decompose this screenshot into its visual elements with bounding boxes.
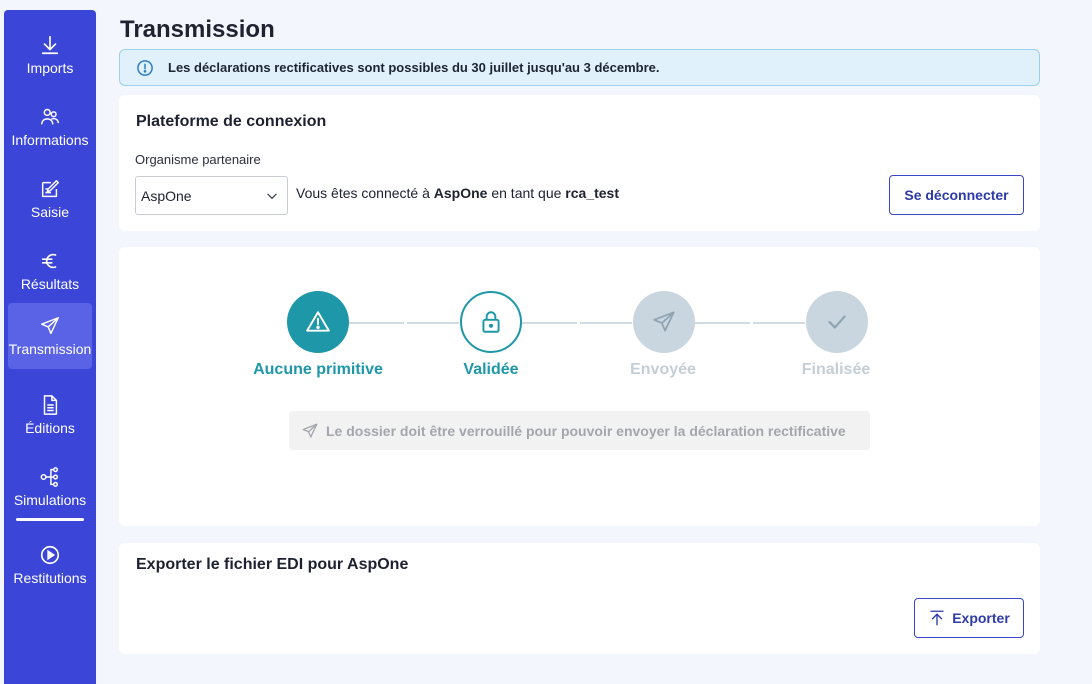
- sidebar-item-label: Informations: [11, 132, 89, 148]
- sidebar: Imports Informations Saisie Résultats Tr…: [4, 10, 96, 684]
- export-card: Exporter le fichier EDI pour AspOne Expo…: [119, 543, 1040, 654]
- notice-text: Le dossier doit être verrouillé pour pou…: [326, 422, 846, 439]
- step-label: Validée: [463, 361, 519, 378]
- step-validee: [460, 291, 522, 353]
- sidebar-item-label: Saisie: [30, 204, 70, 220]
- step-connector: [349, 322, 404, 324]
- step-connector: [522, 322, 577, 324]
- disconnect-button-label: Se déconnecter: [904, 187, 1009, 203]
- partner-select[interactable]: AspOne: [135, 176, 288, 215]
- send-disabled-notice: Le dossier doit être verrouillé pour pou…: [289, 411, 870, 450]
- step-label: Aucune primitive: [253, 361, 383, 378]
- step-connector: [407, 322, 459, 324]
- info-banner: Les déclarations rectificatives sont pos…: [119, 49, 1040, 86]
- export-button[interactable]: Exporter: [914, 598, 1024, 638]
- sidebar-item-simulations[interactable]: Simulations: [8, 454, 92, 520]
- export-title: Exporter le fichier EDI pour AspOne: [136, 556, 409, 573]
- step-connector: [753, 322, 805, 324]
- sidebar-item-label: Imports: [26, 60, 74, 76]
- upload-icon: [930, 610, 944, 626]
- step-aucune-primitive: [287, 291, 349, 353]
- sidebar-item-imports[interactable]: Imports: [8, 22, 92, 88]
- send-icon: [653, 311, 675, 332]
- sidebar-divider: [16, 518, 84, 521]
- sidebar-item-transmission[interactable]: Transmission: [8, 303, 92, 369]
- edit-icon: [41, 180, 59, 198]
- sidebar-item-label: Éditions: [25, 420, 75, 436]
- connection-platform: AspOne: [433, 185, 488, 201]
- step-connector: [695, 322, 750, 324]
- connection-card: Plateforme de connexion Organisme parten…: [119, 95, 1040, 231]
- download-icon: [41, 35, 59, 55]
- sidebar-item-editions[interactable]: Éditions: [8, 382, 92, 448]
- step-label: Finalisée: [801, 361, 871, 378]
- network-icon: [40, 467, 59, 487]
- document-icon: [43, 395, 58, 415]
- page-title: Transmission: [120, 16, 275, 43]
- sidebar-item-label: Transmission: [8, 341, 92, 357]
- status-card: Aucune primitive Validée Envoyée Finalis…: [119, 247, 1040, 526]
- sidebar-item-informations[interactable]: Informations: [8, 94, 92, 160]
- connection-user: rca_test: [565, 185, 619, 201]
- connection-status-prefix: Vous êtes connecté à: [296, 185, 430, 201]
- sidebar-item-restitutions[interactable]: Restitutions: [8, 532, 92, 598]
- euro-icon: [41, 253, 57, 269]
- connection-title: Plateforme de connexion: [136, 113, 327, 130]
- step-connector: [580, 322, 632, 324]
- chevron-down-icon: [267, 193, 277, 200]
- partner-select-value: AspOne: [141, 187, 192, 204]
- connection-status: Vous êtes connecté à AspOne en tant que …: [296, 185, 619, 201]
- connection-status-middle: en tant que: [491, 185, 562, 201]
- step-label: Envoyée: [630, 361, 696, 378]
- sidebar-item-resultats[interactable]: Résultats: [8, 238, 92, 304]
- send-icon: [41, 317, 59, 335]
- play-icon: [40, 545, 60, 565]
- sidebar-item-saisie[interactable]: Saisie: [8, 166, 92, 232]
- step-envoyee: [633, 291, 695, 353]
- people-icon: [41, 108, 59, 125]
- sidebar-item-label: Résultats: [20, 276, 80, 292]
- send-icon: [302, 423, 318, 438]
- warning-icon: [306, 311, 330, 332]
- lock-icon: [482, 311, 500, 333]
- disconnect-button[interactable]: Se déconnecter: [889, 175, 1024, 215]
- partner-label: Organisme partenaire: [135, 152, 261, 167]
- banner-text: Les déclarations rectificatives sont pos…: [168, 60, 660, 75]
- sidebar-item-label: Simulations: [13, 492, 87, 508]
- check-icon: [828, 315, 846, 329]
- info-icon: [137, 59, 153, 76]
- step-finalisee: [806, 291, 868, 353]
- export-button-label: Exporter: [952, 610, 1010, 626]
- sidebar-item-label: Restitutions: [13, 570, 87, 586]
